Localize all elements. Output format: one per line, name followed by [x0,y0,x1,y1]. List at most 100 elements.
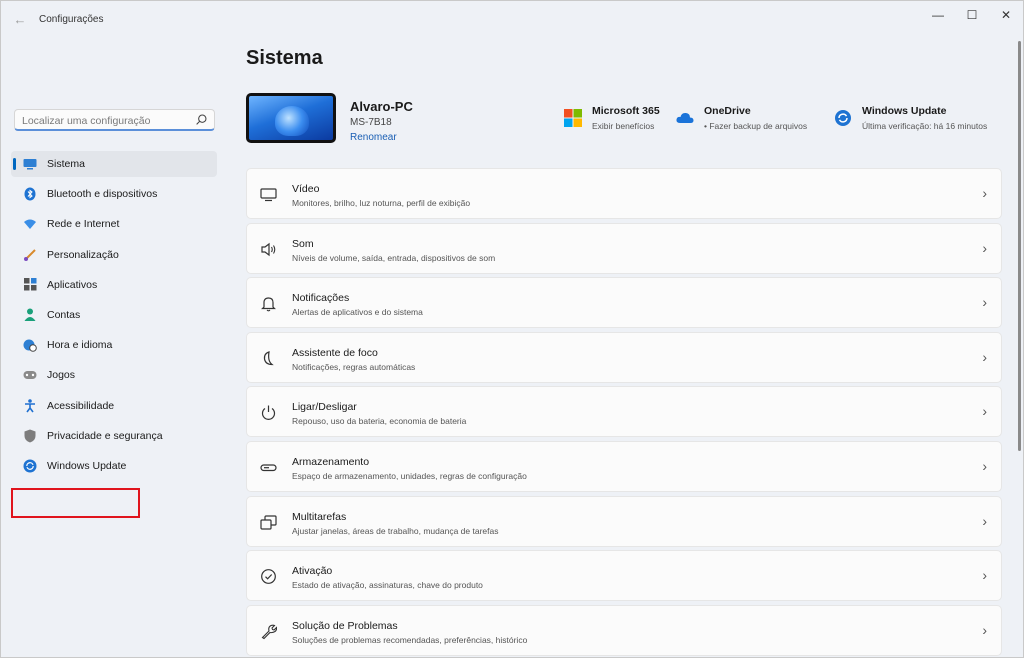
cloud-icon [676,112,694,123]
card-subtitle: Estado de ativação, assinaturas, chave d… [292,580,483,591]
card-title: Solução de Problemas [292,619,398,632]
card-subtitle: Monitores, brilho, luz noturna, perfil d… [292,198,471,208]
rename-link[interactable]: Renomear [350,132,397,143]
sidebar-item-label: Jogos [47,369,76,382]
quick-link-onedrive[interactable]: OneDrive • Fazer backup de arquivos [676,105,807,131]
settings-list: Vídeo Monitores, brilho, luz noturna, pe… [246,168,1002,657]
bell-icon [261,297,276,312]
quick-link-windows-update[interactable]: Windows Update Última verificação: há 16… [834,105,987,131]
microsoft-logo-icon [564,109,582,127]
settings-card-solucao-problemas[interactable]: Solução de Problemas Soluções de problem… [246,604,1002,656]
sidebar-item-rede[interactable]: Rede e Internet [11,211,217,237]
annotation-highlight-box [11,488,140,518]
chevron-right-icon: › [982,239,987,256]
sidebar-item-hora-idioma[interactable]: Hora e idioma [11,332,217,358]
sidebar-item-label: Contas [47,308,81,321]
card-title: Armazenamento [292,455,370,468]
search-input[interactable]: Localizar uma configuração [14,109,215,131]
multitask-icon [260,514,277,530]
card-title: Multitarefas [292,510,347,523]
card-title: Assistente de foco [292,346,378,359]
wrench-icon [261,624,277,639]
device-thumbnail [246,93,336,143]
chevron-right-icon: › [982,457,987,474]
brush-icon [23,248,37,262]
card-subtitle: Repouso, uso da bateria, economia de bat… [292,416,467,427]
sidebar-item-windows-update[interactable]: Windows Update [11,453,217,479]
settings-window: ← Configurações — ☐ ✕ Localizar uma conf… [0,0,1024,658]
card-title: Ligar/Desligar [292,401,357,414]
page-title: Sistema [246,47,323,69]
quick-link-microsoft-365[interactable]: Microsoft 365 Exibir benefícios [564,105,660,131]
globe-clock-icon [23,338,37,352]
card-subtitle: Alertas de aplicativos e do sistema [292,307,423,318]
sidebar-item-acessibilidade[interactable]: Acessibilidade [11,393,217,419]
card-subtitle: Notificações, regras automáticas [292,361,416,372]
sidebar-nav: Sistema Bluetooth e dispositivos Rede e … [11,151,217,483]
sidebar-item-personalizacao[interactable]: Personalização [11,242,217,268]
scrollbar[interactable] [1018,41,1021,451]
sidebar: Localizar uma configuração Sistema Bluet… [1,37,231,657]
sidebar-item-label: Windows Update [47,459,127,472]
settings-card-multitarefas[interactable]: Multitarefas Ajustar janelas, áreas de t… [246,495,1002,547]
settings-card-video[interactable]: Vídeo Monitores, brilho, luz noturna, pe… [246,168,1002,219]
chevron-right-icon: › [982,512,987,529]
device-model: MS-7B18 [350,117,392,128]
settings-card-assistente-foco[interactable]: Assistente de foco Notificações, regras … [246,331,1002,383]
sync-icon [835,110,851,126]
card-title: Ativação [292,565,333,578]
chevron-right-icon: › [982,348,987,365]
settings-card-notificacoes[interactable]: Notificações Alertas de aplicativos e do… [246,277,1002,329]
settings-card-ativacao[interactable]: Ativação Estado de ativação, assinaturas… [246,550,1002,602]
card-title: Som [292,237,314,250]
display-icon [260,188,277,202]
settings-card-som[interactable]: Som Níveis de volume, saída, entrada, di… [246,222,1002,274]
chevron-right-icon: › [982,567,987,584]
sidebar-item-label: Acessibilidade [47,399,115,412]
card-subtitle: Ajustar janelas, áreas de trabalho, muda… [292,525,499,536]
chevron-right-icon: › [982,185,987,201]
quick-link-subtitle: Última verificação: há 16 minutos [862,121,988,131]
sidebar-item-bluetooth[interactable]: Bluetooth e dispositivos [11,181,217,207]
person-icon [23,308,37,322]
sidebar-item-aplicativos[interactable]: Aplicativos [11,272,217,298]
accessibility-icon [23,398,37,413]
settings-card-ligar-desligar[interactable]: Ligar/Desligar Repouso, uso da bateria, … [246,386,1002,438]
minimize-button[interactable]: — [921,5,955,25]
moon-icon [263,350,274,365]
quick-link-title: Windows Update [862,105,947,117]
device-name: Alvaro-PC [350,99,413,114]
search-icon [196,114,207,125]
settings-card-armazenamento[interactable]: Armazenamento Espaço de armazenamento, u… [246,440,1002,492]
sidebar-item-label: Bluetooth e dispositivos [47,188,158,201]
search-placeholder: Localizar uma configuração [22,115,151,127]
chevron-right-icon: › [982,621,987,638]
monitor-icon [23,157,37,171]
back-button[interactable]: ← [11,11,29,29]
chevron-right-icon: › [982,294,987,311]
sidebar-item-label: Hora e idioma [47,339,113,352]
close-button[interactable]: ✕ [989,5,1023,25]
maximize-button[interactable]: ☐ [955,5,989,25]
card-subtitle: Níveis de volume, saída, entrada, dispos… [292,252,496,263]
sidebar-item-label: Aplicativos [47,278,98,291]
wifi-icon [23,217,37,231]
sidebar-item-contas[interactable]: Contas [11,302,217,328]
quick-link-title: Microsoft 365 [592,105,660,117]
sidebar-item-privacidade[interactable]: Privacidade e segurança [11,423,217,449]
quick-link-title: OneDrive [704,105,751,117]
sidebar-item-sistema[interactable]: Sistema [11,151,217,177]
card-title: Notificações [292,292,350,305]
sidebar-item-jogos[interactable]: Jogos [11,362,217,388]
check-circle-icon [261,569,276,585]
sidebar-item-label: Sistema [47,158,85,170]
quick-link-subtitle: Exibir benefícios [592,121,655,131]
shield-icon [23,429,37,443]
title-bar: ← Configurações — ☐ ✕ [1,1,1023,37]
power-icon [261,405,276,421]
gamepad-icon [23,368,37,382]
chevron-right-icon: › [982,403,987,420]
sidebar-item-label: Rede e Internet [47,218,120,231]
apps-icon [23,278,37,292]
wallpaper-image [249,96,333,140]
